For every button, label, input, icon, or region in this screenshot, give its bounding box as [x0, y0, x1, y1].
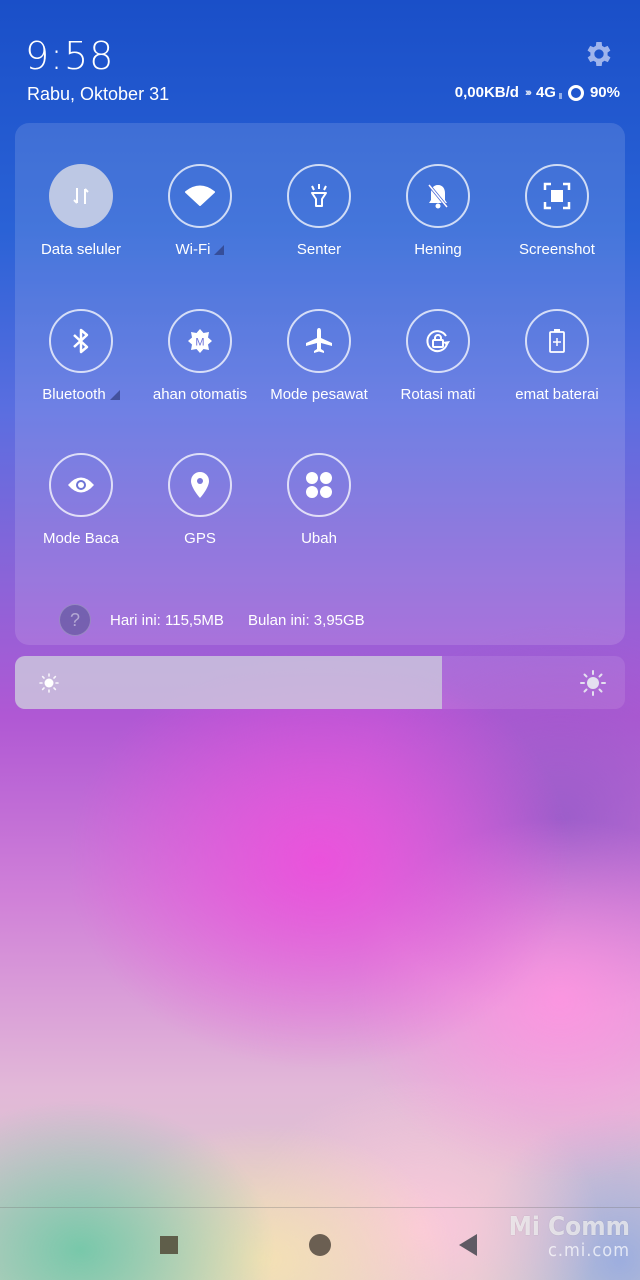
tile-label: emat baterai: [515, 386, 599, 403]
tile-edit[interactable]: Ubah: [259, 453, 379, 573]
tile-gps[interactable]: GPS: [140, 453, 260, 573]
tile-label: Hening: [414, 241, 462, 258]
rotation-lock-icon: [406, 309, 470, 373]
brightness-slider[interactable]: [15, 656, 625, 709]
battery-saver-icon: [525, 309, 589, 373]
silent-bell-icon: [406, 164, 470, 228]
back-triangle-icon: [459, 1233, 477, 1256]
tile-label: Senter: [296, 241, 342, 258]
screenshot-icon: [525, 164, 589, 228]
tile-rotation-lock[interactable]: Rotasi mati: [378, 309, 498, 429]
tile-bluetooth[interactable]: Bluetooth: [21, 309, 141, 429]
tile-reading-mode[interactable]: Mode Baca: [21, 453, 141, 573]
signal-icon: [558, 92, 562, 99]
network-status: 0,00KB/d ››› 4G 90%: [455, 84, 620, 101]
tile-auto-brightness[interactable]: M ahan otomatis: [140, 309, 260, 429]
usage-month: Bulan ini: 3,95GB: [247, 611, 365, 629]
tile-label: Ubah: [301, 530, 337, 547]
location-pin-icon: [168, 453, 232, 517]
tile-label: Wi-Fi: [175, 241, 211, 258]
network-type: 4G: [535, 84, 556, 101]
clock[interactable]: 9:58: [25, 34, 114, 78]
expand-arrow-icon[interactable]: [214, 244, 225, 255]
auto-brightness-icon: M: [168, 309, 232, 373]
watermark-url: c.mi.com: [547, 1240, 630, 1261]
status-header: 9:58 Rabu, Oktober 31 0,00KB/d ››› 4G 90…: [0, 0, 640, 120]
tile-label: GPS: [184, 530, 216, 547]
home-circle-icon: [309, 1233, 331, 1256]
battery-percent: 90%: [589, 84, 620, 101]
tile-mobile-data[interactable]: Data seluler: [21, 164, 141, 284]
data-usage-row: ? Hari ini: 115,5MB Bulan ini: 3,95GB: [59, 604, 365, 636]
tile-label: ahan otomatis: [152, 386, 248, 403]
tile-screenshot[interactable]: Screenshot: [497, 164, 617, 284]
tile-wifi[interactable]: Wi-Fi: [140, 164, 260, 284]
expand-arrow-icon[interactable]: [109, 389, 120, 400]
tile-label: Rotasi mati: [400, 386, 476, 403]
recents-button[interactable]: [129, 1208, 209, 1280]
svg-text:M: M: [195, 337, 204, 349]
net-speed: 0,00KB/d: [454, 84, 519, 101]
flashlight-icon: [287, 164, 351, 228]
eye-icon: [49, 453, 113, 517]
usage-today: Hari ini: 115,5MB: [110, 611, 224, 629]
date[interactable]: Rabu, Oktober 31: [27, 84, 169, 105]
recents-square-icon: [160, 1235, 178, 1254]
watermark: Mi Comm c.mi.com: [509, 1212, 630, 1261]
brightness-low-icon: [39, 673, 59, 693]
brightness-fill[interactable]: [15, 656, 442, 709]
help-icon[interactable]: ?: [59, 604, 91, 636]
grid-edit-icon: [287, 453, 351, 517]
tile-silent[interactable]: Hening: [378, 164, 498, 284]
tile-airplane-mode[interactable]: Mode pesawat: [259, 309, 379, 429]
brightness-high-icon: [580, 670, 606, 696]
data-activity-icon: ›››: [524, 86, 532, 99]
watermark-title: Mi Comm: [508, 1212, 630, 1242]
wifi-icon: [168, 164, 232, 228]
tile-flashlight[interactable]: Senter: [259, 164, 379, 284]
tile-label: Screenshot: [519, 241, 595, 258]
quick-settings-panel: Data seluler Wi-Fi Senter Hening Screens…: [15, 123, 625, 645]
tile-label: Mode pesawat: [270, 386, 368, 403]
battery-ring-icon: [567, 84, 584, 101]
back-button[interactable]: [428, 1208, 508, 1280]
tile-battery-saver[interactable]: emat baterai: [497, 309, 617, 429]
mobile-data-icon: [49, 164, 113, 228]
settings-gear-icon[interactable]: [583, 38, 615, 70]
airplane-icon: [287, 309, 351, 373]
bluetooth-icon: [49, 309, 113, 373]
home-button[interactable]: [280, 1208, 360, 1280]
tile-label: Data seluler: [40, 241, 122, 258]
tile-label: Mode Baca: [43, 530, 119, 547]
tile-label: Bluetooth: [42, 386, 106, 403]
